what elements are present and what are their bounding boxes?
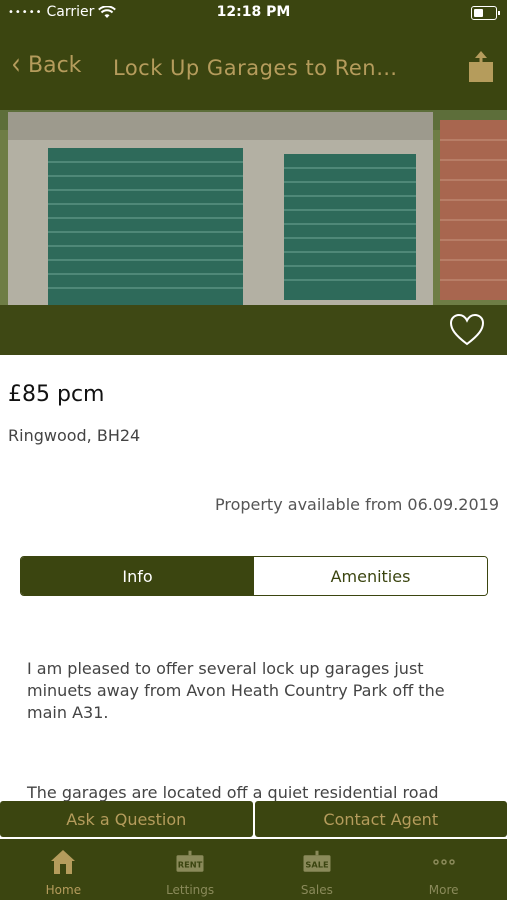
- photo-overlay: [0, 305, 507, 355]
- contact-agent-button[interactable]: Contact Agent: [254, 801, 507, 837]
- home-icon: [51, 850, 76, 874]
- tab-home[interactable]: Home: [0, 839, 127, 900]
- sale-sign-icon: SALE: [303, 850, 331, 872]
- back-button[interactable]: ‹ Back: [10, 50, 81, 80]
- favorite-heart-icon[interactable]: [449, 313, 485, 347]
- ask-question-button[interactable]: Ask a Question: [0, 801, 253, 837]
- page-title: Lock Up Garages to Ren…: [113, 56, 398, 80]
- bottom-tab-bar: Home RENT Lettings SALE Sales More: [0, 839, 507, 900]
- tab-info[interactable]: Info: [21, 557, 254, 595]
- rent-sign-icon: RENT: [176, 850, 204, 872]
- tab-more[interactable]: More: [380, 839, 507, 900]
- action-bar: Ask a Question Contact Agent: [0, 801, 507, 837]
- listing-location: Ringwood, BH24: [8, 426, 141, 445]
- listing-price: £85 pcm: [8, 382, 105, 407]
- tab-sales[interactable]: SALE Sales: [254, 839, 381, 900]
- tab-more-label: More: [428, 883, 459, 897]
- tab-sales-label: Sales: [300, 883, 333, 897]
- tab-lettings[interactable]: RENT Lettings: [127, 839, 254, 900]
- more-icon: [432, 859, 455, 865]
- description-paragraph: I am pleased to offer several lock up ga…: [27, 659, 445, 722]
- share-icon[interactable]: [467, 50, 495, 84]
- sale-sign-text: SALE: [305, 859, 329, 869]
- tab-lettings-label: Lettings: [166, 883, 215, 897]
- chevron-left-icon: ‹: [11, 47, 21, 82]
- property-photo[interactable]: [0, 110, 507, 355]
- status-time: 12:18 PM: [216, 4, 291, 20]
- status-bar: ••••• Carrier 12:18 PM: [0, 0, 507, 26]
- navigation-bar: ‹ Back Lock Up Garages to Ren…: [0, 26, 507, 110]
- back-label: Back: [28, 52, 82, 78]
- info-amenities-tabs: Info Amenities: [20, 556, 488, 596]
- battery-icon: [471, 6, 500, 20]
- availability-date: Property available from 06.09.2019: [214, 495, 499, 514]
- rent-sign-text: RENT: [178, 859, 203, 869]
- tab-amenities[interactable]: Amenities: [254, 557, 487, 595]
- tab-home-label: Home: [45, 883, 82, 897]
